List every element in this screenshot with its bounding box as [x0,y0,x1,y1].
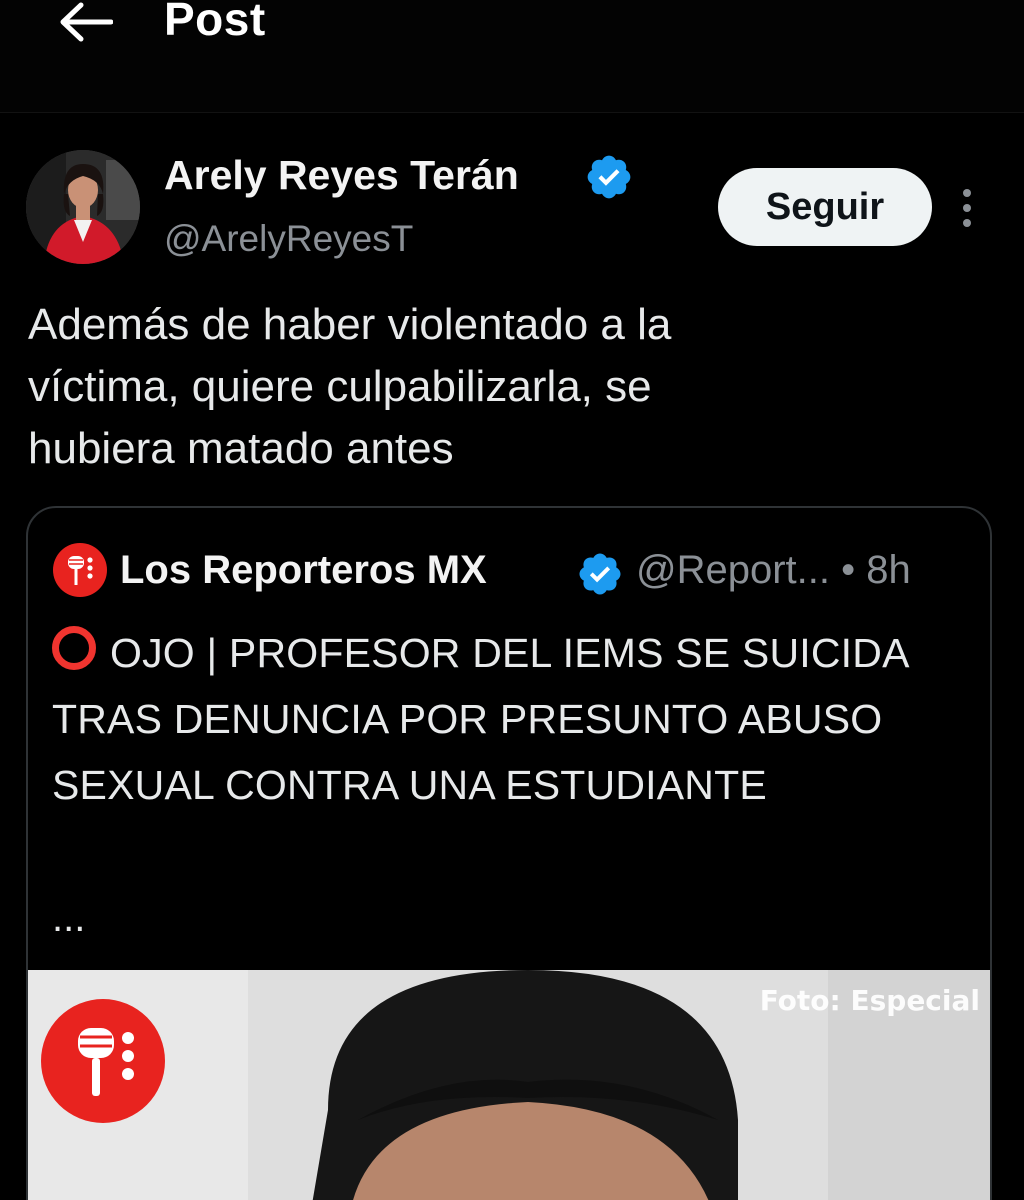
photo-credit: Foto: Especial [759,984,980,1017]
red-circle-icon [52,626,96,670]
avatar-image [26,150,140,264]
back-button[interactable] [52,0,120,56]
quoted-media-image[interactable]: Foto: Especial [28,970,990,1200]
verified-badge-icon [587,155,631,199]
quoted-post-text: OJO | PROFESOR DEL IEMS SE SUICIDA TRAS … [52,620,972,818]
quoted-post-body: OJO | PROFESOR DEL IEMS SE SUICIDA TRAS … [52,630,908,808]
page-title: Post [164,0,266,45]
post-text: Además de haber violentado a la víctima,… [28,300,672,473]
reporteros-logo-icon [53,543,107,597]
post-detail-screen: Post Arely Reyes Terán @ArelyReyesT Segu… [0,0,1024,1200]
top-bar: Post [0,0,1024,112]
media-reporteros-logo-icon [41,999,165,1123]
arrow-left-icon [60,2,113,42]
quoted-post-card[interactable]: Los Reporteros MX @Report... • 8h OJO | … [26,506,992,1200]
author-handle[interactable]: @ArelyReyesT [164,218,413,260]
quoted-handle-time: @Report... • 8h [636,548,911,592]
follow-button[interactable]: Seguir [718,168,932,246]
quoted-verified-badge-icon [579,553,621,595]
quoted-ellipsis: ... [52,896,86,940]
quoted-author-name: Los Reporteros MX [120,548,487,592]
author-avatar[interactable] [26,150,140,264]
author-name[interactable]: Arely Reyes Terán [164,152,519,199]
more-options-icon[interactable] [950,182,984,234]
header-divider [0,112,1024,113]
